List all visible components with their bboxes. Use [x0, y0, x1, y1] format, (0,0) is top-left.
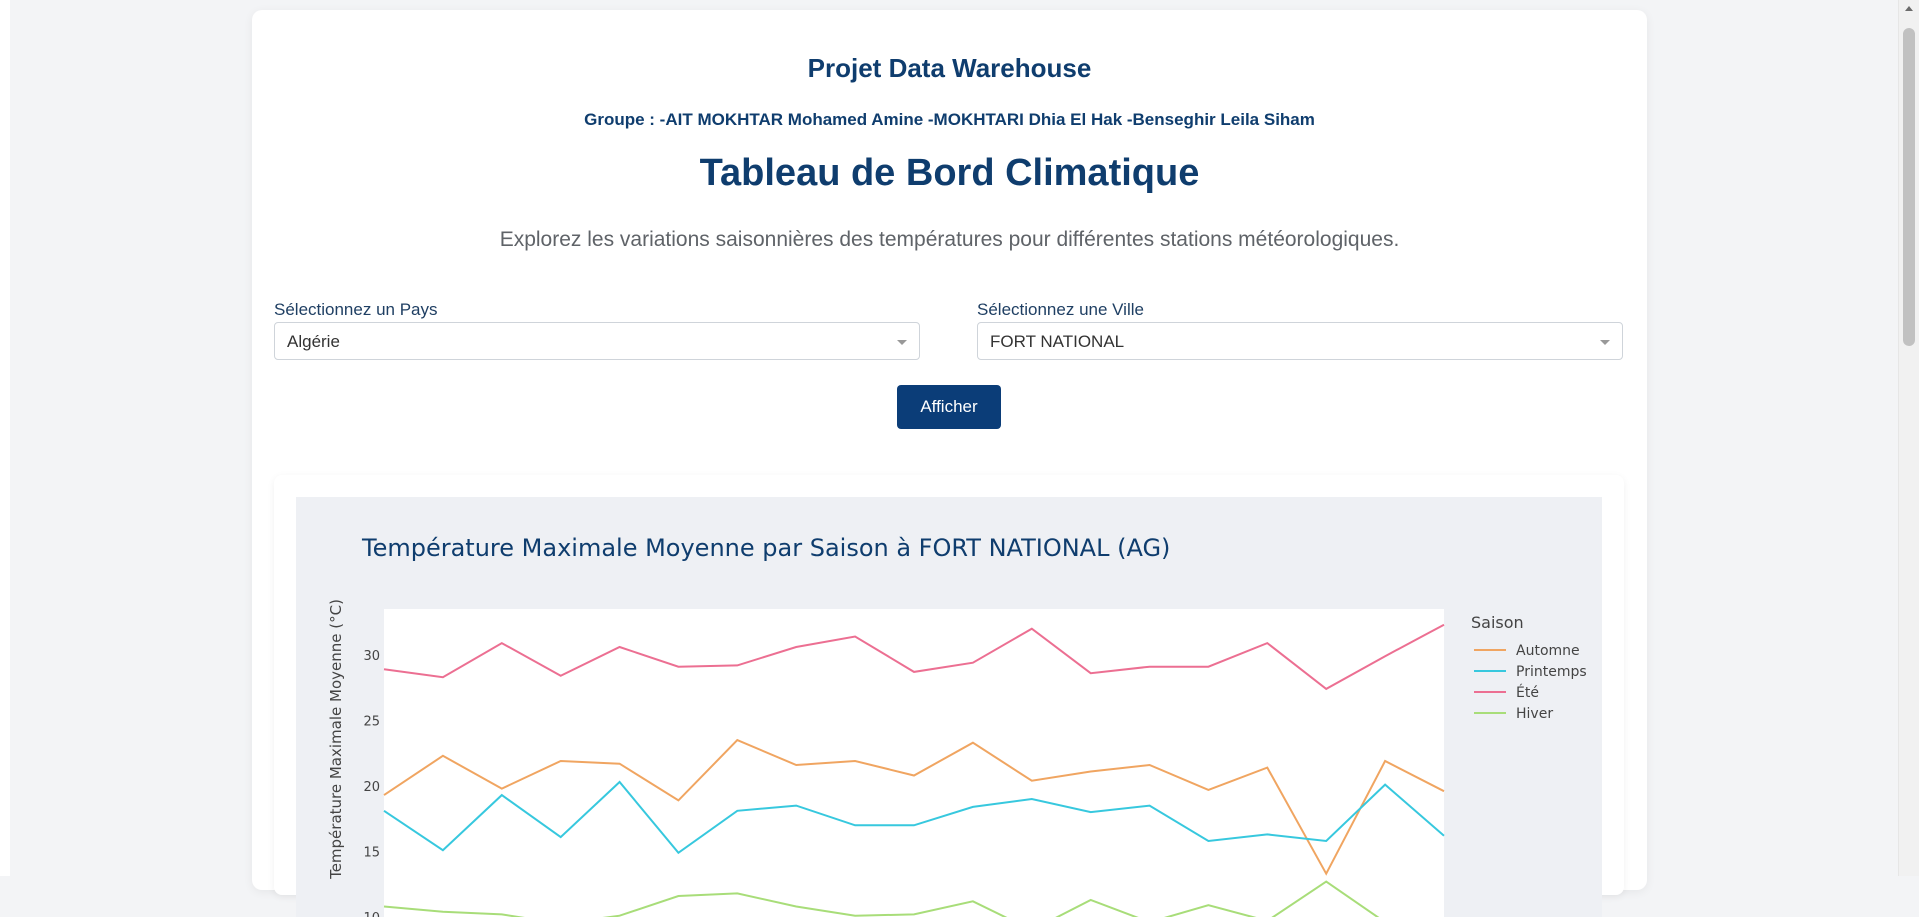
chevron-down-icon[interactable] [897, 340, 907, 345]
legend-item-label[interactable]: Hiver [1516, 706, 1553, 722]
city-label: Sélectionnez une Ville [977, 300, 1144, 319]
dashboard-subtitle: Explorez les variations saisonnières des… [499, 228, 1400, 251]
chevron-down-icon[interactable] [1600, 340, 1610, 345]
y-axis-label: Température Maximale Moyenne (°C) [327, 599, 345, 880]
city-select-value: FORT NATIONAL [990, 332, 1125, 351]
group-members: Groupe : -AIT MOKHTAR Mohamed Amine -MOK… [584, 110, 1315, 129]
page-left-gutter [0, 0, 10, 876]
project-title: Projet Data Warehouse [807, 53, 1092, 83]
y-axis-ticks: 10 15 20 25 30 [363, 649, 380, 917]
scroll-up-icon[interactable] [1905, 6, 1913, 11]
legend-item-label[interactable]: Printemps [1516, 664, 1587, 680]
city-select[interactable]: FORT NATIONAL [977, 322, 1623, 360]
scrollbar-thumb[interactable] [1903, 28, 1915, 346]
y-tick-label: 30 [363, 649, 380, 664]
legend-item-label[interactable]: Été [1516, 684, 1539, 701]
dashboard-title: Tableau de Bord Climatique [699, 152, 1200, 194]
chart-area: Température Maximale Moyenne par Saison … [296, 497, 1602, 917]
y-tick-label: 10 [363, 911, 380, 917]
legend-item-label[interactable]: Automne [1516, 643, 1580, 659]
dashboard-card: Projet Data Warehouse Groupe : -AIT MOKH… [252, 10, 1647, 917]
country-label: Sélectionnez un Pays [274, 300, 438, 319]
y-tick-label: 25 [363, 714, 380, 729]
show-button[interactable]: Afficher [897, 385, 1001, 429]
legend-title: Saison [1471, 613, 1524, 632]
y-tick-label: 20 [363, 780, 380, 795]
country-select-value: Algérie [287, 332, 340, 351]
chart-card: Température Maximale Moyenne par Saison … [274, 475, 1624, 917]
plot-background [384, 609, 1444, 917]
y-tick-label: 15 [363, 845, 380, 860]
legend[interactable]: Automne Printemps Été Hiver [1474, 643, 1587, 722]
line-chart[interactable]: 10 15 20 25 30 Température Maximale Moyenne … [296, 497, 1602, 917]
country-select[interactable]: Algérie [274, 322, 920, 360]
vertical-scrollbar[interactable] [1898, 0, 1919, 876]
